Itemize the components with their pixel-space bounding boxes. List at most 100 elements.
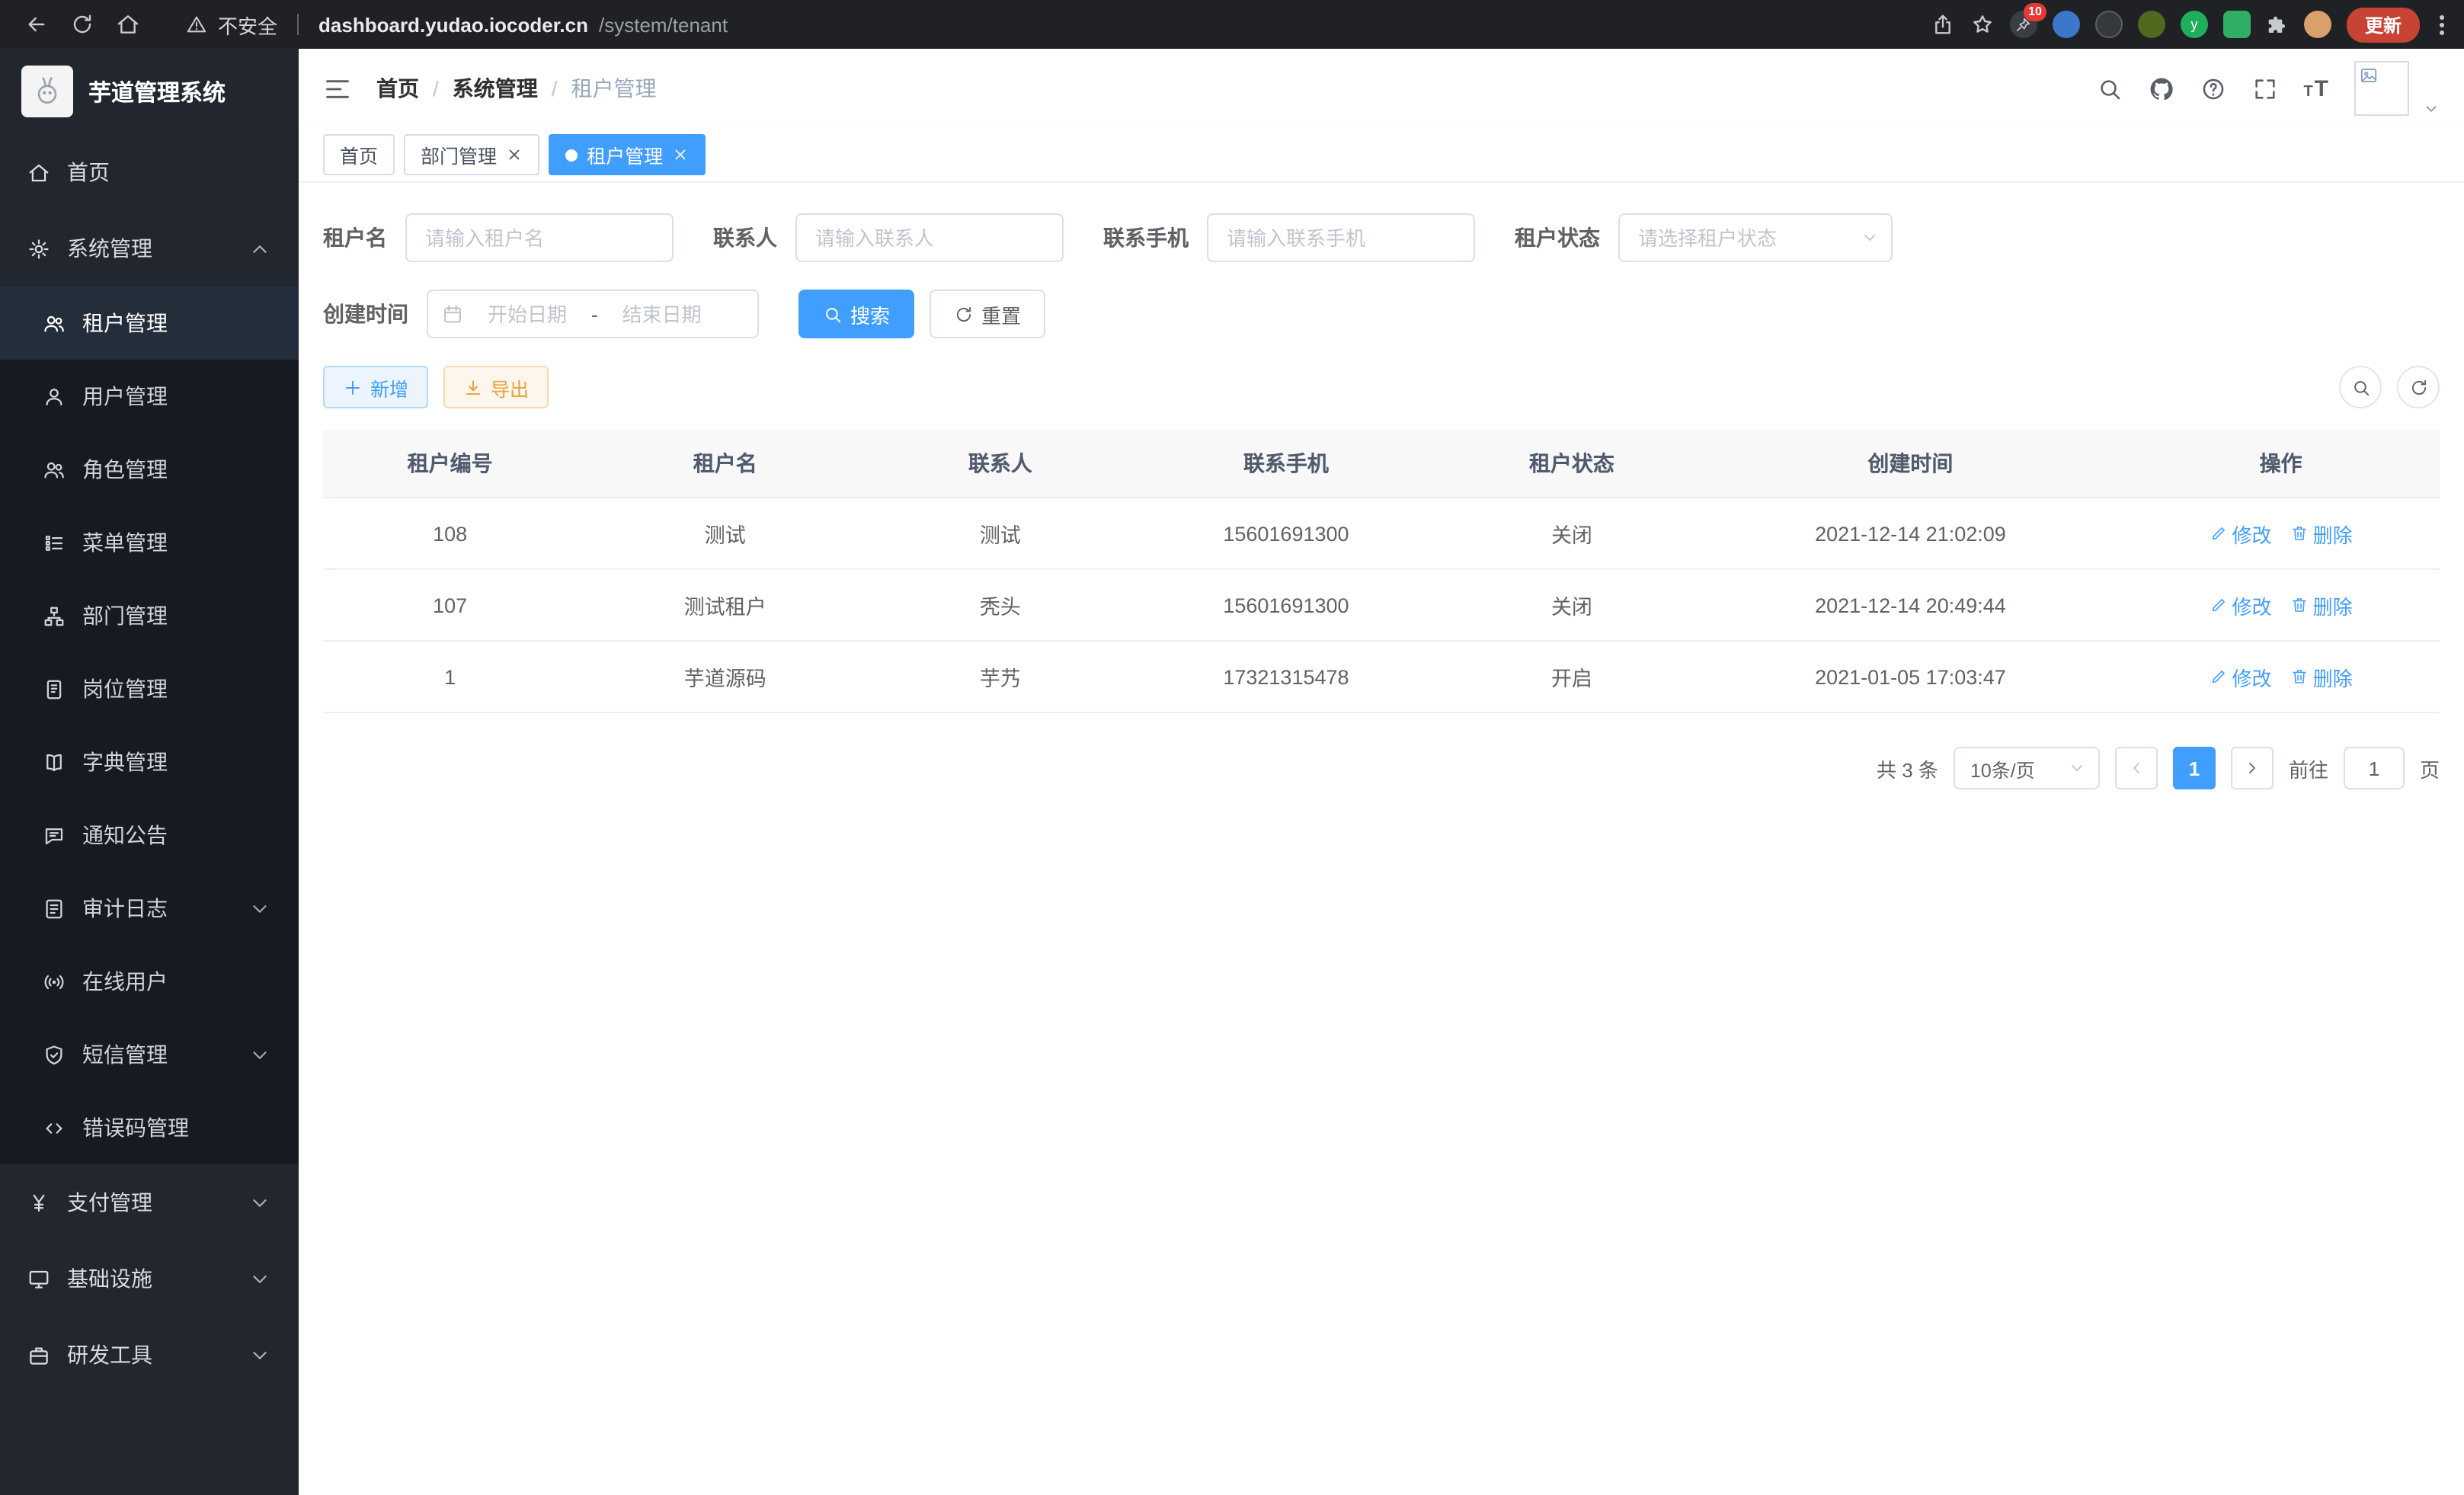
role-people-icon (43, 458, 66, 481)
breadcrumb-home[interactable]: 首页 (376, 73, 419, 104)
delete-link[interactable]: 删除 (2290, 519, 2353, 548)
cell-tenant-name: 测试 (577, 518, 873, 549)
cell-contact: 芋艿 (873, 661, 1127, 692)
tab-close-icon[interactable] (506, 146, 523, 163)
sidebar-item-dict[interactable]: 字典管理 (0, 725, 299, 799)
cell-status: 开启 (1445, 661, 1698, 692)
edit-link[interactable]: 修改 (2210, 591, 2272, 619)
sidebar-item-user[interactable]: 用户管理 (0, 360, 299, 433)
chevron-down-icon (248, 1191, 271, 1214)
reset-button[interactable]: 重置 (930, 290, 1045, 338)
contact-input[interactable] (795, 213, 1064, 262)
extension-badge: 10 (2024, 3, 2046, 21)
sidebar-item-online-user[interactable]: 在线用户 (0, 945, 299, 1018)
cell-tenant-name: 测试租户 (577, 590, 873, 620)
announcement-icon (43, 824, 66, 847)
sidebar-item-devtools[interactable]: 研发工具 (0, 1317, 299, 1393)
sidebar-item-payment[interactable]: 支付管理 (0, 1164, 299, 1240)
url-domain: dashboard.yudao.iocoder.cn (318, 13, 588, 36)
help-icon[interactable] (2200, 75, 2226, 101)
github-icon[interactable] (2148, 75, 2174, 101)
search-button[interactable]: 搜索 (798, 290, 914, 338)
status-select[interactable] (1618, 213, 1893, 262)
tab-dept[interactable]: 部门管理 (404, 134, 539, 175)
browser-home-icon[interactable] (116, 12, 140, 37)
sidebar-item-role[interactable]: 角色管理 (0, 433, 299, 506)
extension-olive-icon[interactable] (2138, 11, 2165, 38)
trash-icon (2290, 524, 2309, 543)
refresh-table-button[interactable] (2397, 366, 2440, 408)
font-size-icon[interactable]: TT (2303, 77, 2328, 100)
back-icon[interactable] (24, 12, 49, 37)
reload-icon[interactable] (70, 12, 94, 37)
chevron-down-icon (248, 1267, 271, 1290)
cell-mobile: 15601691300 (1128, 522, 1445, 545)
share-icon[interactable] (1931, 12, 1955, 37)
sidebar-item-tenant[interactable]: 租户管理 (0, 287, 299, 360)
goto-page-input[interactable] (2344, 747, 2405, 789)
sidebar-item-notice[interactable]: 通知公告 (0, 799, 299, 872)
sidebar-item-menu[interactable]: 菜单管理 (0, 506, 299, 579)
date-start-input[interactable] (472, 303, 582, 325)
date-end-input[interactable] (607, 303, 717, 325)
sidebar-item-dept[interactable]: 部门管理 (0, 579, 299, 652)
extension-green-circle-icon[interactable]: y (2181, 11, 2208, 38)
next-page-button[interactable] (2231, 747, 2274, 789)
sidebar-item-system[interactable]: 系统管理 (0, 210, 299, 287)
extension-green-square-icon[interactable] (2223, 11, 2251, 38)
date-separator: - (591, 303, 598, 325)
mobile-input[interactable] (1207, 213, 1475, 262)
tenant-name-input[interactable] (405, 213, 674, 262)
sidebar-item-infrastructure[interactable]: 基础设施 (0, 1240, 299, 1317)
browser-right-controls: 10 y 更新 (1931, 7, 2449, 42)
sidebar-item-label: 菜单管理 (82, 527, 168, 558)
address-bar[interactable]: 不安全 dashboard.yudao.iocoder.cn/system/te… (162, 10, 1918, 39)
edit-link[interactable]: 修改 (2210, 519, 2272, 548)
delete-label: 删除 (2313, 662, 2353, 691)
delete-link[interactable]: 删除 (2290, 591, 2353, 619)
sidebar-item-post[interactable]: 岗位管理 (0, 652, 299, 725)
content-area: 租户名 联系人 联系手机 租户状态 (299, 183, 2464, 1495)
bookmark-star-icon[interactable] (1970, 12, 1995, 37)
extensions-puzzle-icon[interactable] (2266, 13, 2289, 36)
prev-page-button[interactable] (2115, 747, 2158, 789)
export-button[interactable]: 导出 (443, 366, 549, 408)
date-range-picker[interactable]: - (427, 290, 759, 338)
extension-dark-icon[interactable] (2095, 11, 2123, 38)
tenant-people-icon (43, 312, 66, 335)
fullscreen-icon[interactable] (2251, 75, 2277, 101)
toggle-search-button[interactable] (2339, 366, 2382, 408)
browser-menu-icon[interactable] (2435, 14, 2449, 34)
sidebar-item-label: 审计日志 (82, 893, 168, 924)
sidebar-item-home[interactable]: 首页 (0, 134, 299, 210)
page-size-select[interactable]: 10条/页 (1954, 747, 2100, 789)
app-logo[interactable]: 芋道管理系统 (0, 49, 299, 134)
breadcrumb-system[interactable]: 系统管理 (453, 73, 538, 104)
profile-avatar[interactable] (2304, 11, 2331, 38)
cell-mobile: 15601691300 (1128, 594, 1445, 616)
browser-update-button[interactable]: 更新 (2347, 7, 2420, 42)
toolbox-icon (27, 1343, 50, 1366)
org-tree-icon (43, 604, 66, 627)
broadcast-icon (43, 970, 66, 993)
tab-close-icon[interactable] (672, 146, 689, 163)
search-icon[interactable] (2096, 75, 2122, 101)
delete-link[interactable]: 删除 (2290, 662, 2353, 691)
chevron-down-icon (248, 897, 271, 920)
sidebar-item-error-code[interactable]: 错误码管理 (0, 1091, 299, 1164)
edit-link[interactable]: 修改 (2210, 662, 2272, 691)
sidebar-collapse-icon[interactable] (323, 74, 352, 103)
extension-pin-icon[interactable]: 10 (2010, 11, 2037, 38)
tab-home[interactable]: 首页 (323, 134, 395, 175)
page-number-1[interactable]: 1 (2173, 747, 2216, 789)
breadcrumb-separator: / (552, 76, 558, 101)
tab-tenant[interactable]: 租户管理 (549, 134, 706, 175)
user-avatar[interactable] (2354, 61, 2409, 116)
sidebar-item-sms[interactable]: 短信管理 (0, 1018, 299, 1091)
avatar-caret-icon[interactable] (2423, 100, 2440, 117)
add-button-label: 新增 (370, 373, 408, 402)
add-button[interactable]: 新增 (323, 366, 428, 408)
sidebar-item-audit-log[interactable]: 审计日志 (0, 872, 299, 945)
extension-blue-icon[interactable] (2053, 11, 2080, 38)
sidebar-item-label: 岗位管理 (82, 674, 168, 704)
